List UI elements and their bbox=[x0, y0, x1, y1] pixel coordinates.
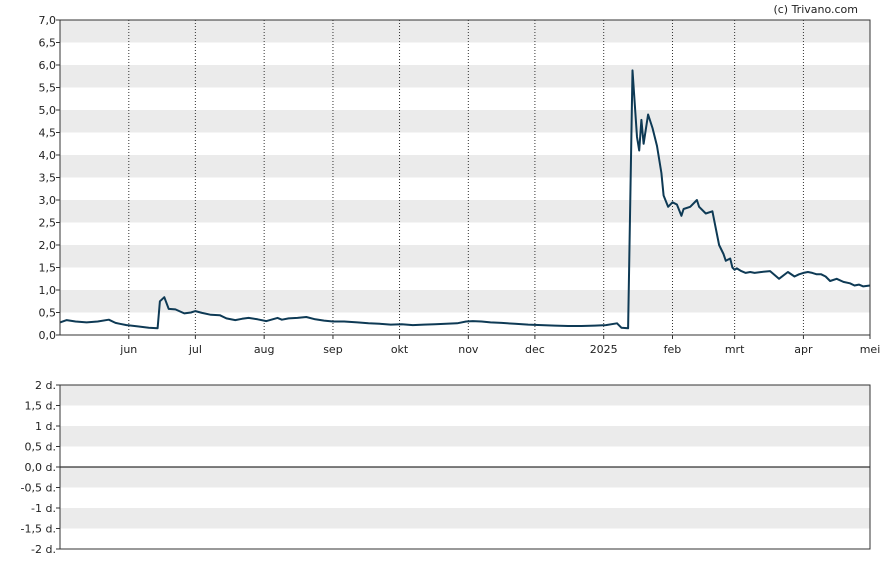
price-grid-band bbox=[60, 65, 870, 88]
price-x-tick-label: jun bbox=[119, 343, 137, 356]
price-y-axis: 0,0 0,5 1,0 1,5 2,0 2,5 3,0 3,5 4,0 4,5 5,0 5,5 6,0 6… bbox=[39, 14, 60, 342]
price-y-tick-label: 1,5 bbox=[39, 262, 57, 275]
price-chart: 0,0 0,5 1,0 1,5 2,0 2,5 3,0 3,5 4,0 4,5 5,0 5,5 6,0 6… bbox=[39, 14, 881, 356]
credit-label: (c) Trivano.com bbox=[773, 3, 858, 16]
price-x-tick-label: okt bbox=[391, 343, 409, 356]
price-y-tick-label: 3,5 bbox=[39, 172, 57, 185]
change-y-tick-label: -1 d. bbox=[31, 502, 56, 515]
price-x-tick-label: mrt bbox=[725, 343, 745, 356]
price-grid-bands bbox=[60, 20, 870, 313]
change-chart: -2 d. -1,5 d. -1 d. -0,5 d. 0,0 d. 0,5 d. 1 d.… bbox=[21, 379, 871, 556]
change-y-tick-label: -0,5 d. bbox=[21, 482, 56, 495]
price-grid-band bbox=[60, 155, 870, 178]
price-y-tick-label: 4,0 bbox=[39, 149, 57, 162]
price-y-tick-label: 2,5 bbox=[39, 217, 57, 230]
price-y-tick-label: 0,5 bbox=[39, 307, 57, 320]
change-y-tick-label: 0,5 d. bbox=[25, 441, 56, 454]
price-series-line bbox=[59, 69, 871, 330]
price-grid-band bbox=[60, 200, 870, 223]
price-y-tick-label: 0,0 bbox=[39, 329, 57, 342]
change-y-tick-label: 0,0 d. bbox=[25, 461, 56, 474]
price-y-tick-label: 5,0 bbox=[39, 104, 57, 117]
price-y-tick-label: 1,0 bbox=[39, 284, 57, 297]
price-x-axis: jun jul aug sep okt nov dec 2025 feb mrt apr mei bbox=[119, 335, 880, 356]
change-grid-band bbox=[60, 385, 870, 406]
change-y-tick-label: 1,5 d. bbox=[25, 400, 56, 413]
price-x-tick-label: nov bbox=[458, 343, 479, 356]
price-y-tick-label: 2,0 bbox=[39, 239, 57, 252]
price-x-tick-label: sep bbox=[323, 343, 342, 356]
price-y-tick-label: 6,5 bbox=[39, 37, 57, 50]
price-y-tick-label: 5,5 bbox=[39, 82, 57, 95]
change-y-tick-label: 2 d. bbox=[35, 379, 56, 392]
price-x-tick-label: mei bbox=[860, 343, 881, 356]
price-grid-band bbox=[60, 20, 870, 43]
change-grid-band bbox=[60, 467, 870, 488]
price-y-tick-label: 4,5 bbox=[39, 127, 57, 140]
chart-canvas: (c) Trivano.com 0,0 0,5 1,0 1,5 2,0 2,5 3,0 3,5… bbox=[21, 3, 881, 556]
change-y-tick-label: -1,5 d. bbox=[21, 523, 56, 536]
change-grid-band bbox=[60, 426, 870, 447]
price-x-tick-label: aug bbox=[254, 343, 275, 356]
price-grid-band bbox=[60, 110, 870, 133]
price-y-tick-label: 3,0 bbox=[39, 194, 57, 207]
change-y-tick-label: -2 d. bbox=[31, 543, 56, 556]
price-x-tick-label: apr bbox=[794, 343, 813, 356]
price-y-tick-label: 6,0 bbox=[39, 59, 57, 72]
price-grid-band bbox=[60, 290, 870, 313]
price-x-tick-label: jul bbox=[188, 343, 202, 356]
price-x-tick-label: dec bbox=[525, 343, 545, 356]
change-y-axis: -2 d. -1,5 d. -1 d. -0,5 d. 0,0 d. 0,5 d. 1 d.… bbox=[21, 379, 60, 556]
change-grid-band bbox=[60, 508, 870, 529]
change-grid-bands bbox=[60, 385, 870, 529]
price-grid-band bbox=[60, 245, 870, 268]
price-x-tick-label: feb bbox=[664, 343, 682, 356]
change-y-tick-label: 1 d. bbox=[35, 420, 56, 433]
price-x-tick-label: 2025 bbox=[590, 343, 618, 356]
price-y-tick-label: 7,0 bbox=[39, 14, 57, 27]
